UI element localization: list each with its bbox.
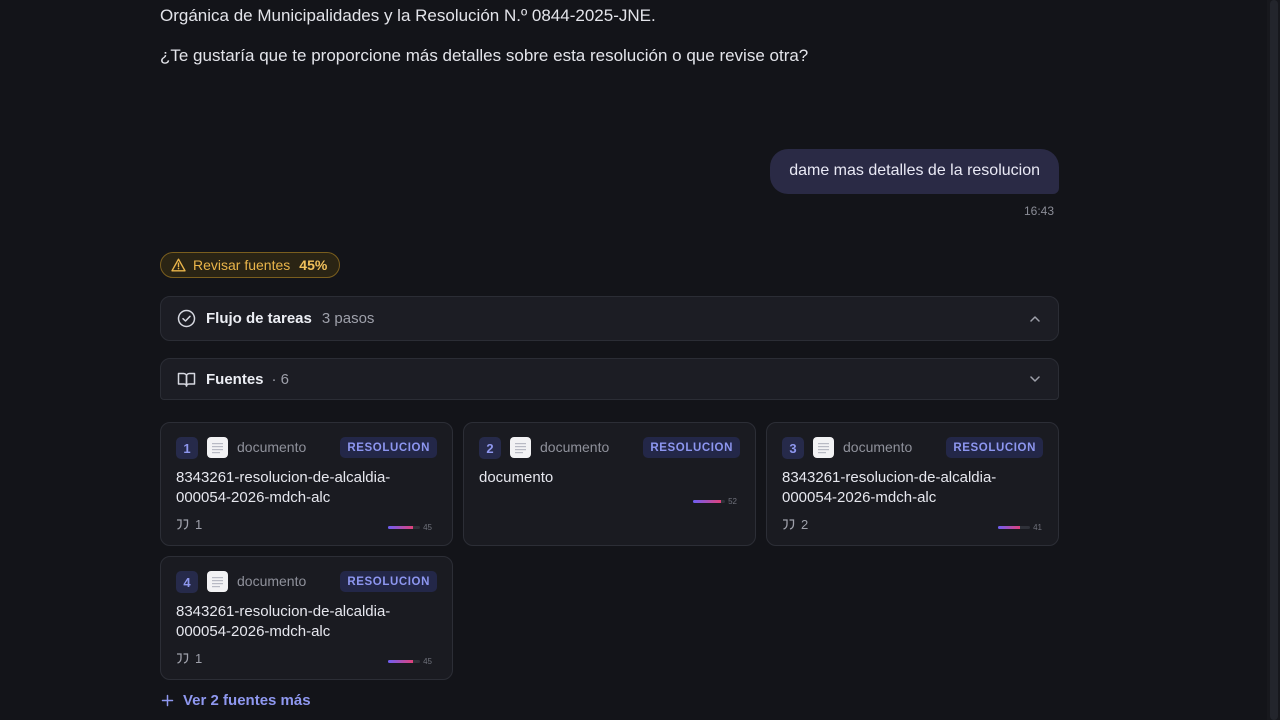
source-citation-count: 1: [195, 651, 203, 666]
relevance-score-bar: [998, 526, 1031, 529]
source-type-label: documento: [540, 439, 610, 455]
check-circle-icon: [177, 309, 196, 328]
scrollbar-thumb[interactable]: [1270, 0, 1278, 720]
sources-count: · 6: [271, 370, 290, 388]
chat-page: Orgánica de Municipalidades y la Resoluc…: [0, 0, 1280, 720]
source-citations: 1: [176, 517, 202, 532]
chevron-down-icon[interactable]: [1028, 372, 1042, 386]
relevance-score: 52: [693, 497, 737, 506]
show-more-sources-label: Ver 2 fuentes más: [183, 692, 311, 709]
relevance-score-value: 52: [728, 497, 737, 506]
relevance-score: 45: [388, 657, 432, 666]
relevance-score-fill: [388, 660, 413, 663]
quote-icon: [176, 519, 189, 530]
relevance-score-value: 41: [1033, 523, 1042, 532]
quote-icon: [782, 519, 795, 530]
task-flow-panel-header[interactable]: Flujo de tareas 3 pasos: [160, 296, 1059, 341]
relevance-score: 45: [388, 523, 432, 532]
source-type-label: documento: [237, 439, 307, 455]
review-sources-percent: 45%: [299, 257, 328, 273]
source-card[interactable]: 1 documento RESOLUCION 8343261-resolucion-d…: [160, 422, 453, 546]
source-card[interactable]: 3 documento RESOLUCION 8343261-resolucion-d…: [766, 422, 1059, 546]
source-card[interactable]: 4 documento RESOLUCION 8343261-resolucion-d…: [160, 556, 453, 680]
assistant-paragraph: ¿Te gustaría que te proporcione más deta…: [160, 46, 809, 65]
source-tag: RESOLUCION: [643, 437, 740, 458]
relevance-score-fill: [388, 526, 413, 529]
source-citations: 1: [176, 651, 202, 666]
book-open-icon: [177, 371, 196, 388]
sources-panel-header[interactable]: Fuentes · 6: [160, 358, 1059, 400]
plus-icon: [161, 694, 174, 707]
source-title: 8343261-resolucion-de-alcaldia-000054-20…: [176, 469, 391, 506]
relevance-score-value: 45: [423, 523, 432, 532]
show-more-sources-link[interactable]: Ver 2 fuentes más: [161, 692, 311, 709]
review-sources-badge[interactable]: Revisar fuentes 45%: [160, 252, 341, 278]
chevron-up-icon[interactable]: [1028, 312, 1042, 326]
source-index: 3: [782, 437, 804, 459]
source-tag: RESOLUCION: [340, 571, 437, 592]
warning-triangle-icon: [171, 258, 186, 272]
source-title: documento: [479, 469, 554, 486]
source-tag: RESOLUCION: [340, 437, 437, 458]
message-timestamp: 16:43: [1023, 204, 1054, 218]
relevance-score-fill: [693, 500, 722, 503]
source-index: 1: [176, 437, 198, 459]
source-index: 4: [176, 571, 198, 593]
document-thumbnail-icon: [510, 437, 531, 458]
source-title: 8343261-resolucion-de-alcaldia-000054-20…: [782, 469, 997, 506]
relevance-score: 41: [998, 523, 1042, 532]
relevance-score-bar: [388, 526, 421, 529]
document-thumbnail-icon: [813, 437, 834, 458]
quote-icon: [176, 653, 189, 664]
document-thumbnail-icon: [207, 571, 228, 592]
task-flow-title: Flujo de tareas: [206, 310, 312, 327]
relevance-score-bar: [388, 660, 421, 663]
relevance-score-bar: [693, 500, 726, 503]
source-citations: 2: [782, 517, 808, 532]
source-card[interactable]: 2 documento RESOLUCION documento 52: [463, 422, 756, 546]
sources-title: Fuentes: [206, 370, 264, 388]
assistant-paragraph: Orgánica de Municipalidades y la Resoluc…: [160, 6, 656, 25]
scrollbar[interactable]: [1267, 0, 1280, 720]
assistant-message: Orgánica de Municipalidades y la Resoluc…: [160, 4, 1060, 84]
source-tag: RESOLUCION: [946, 437, 1043, 458]
source-title: 8343261-resolucion-de-alcaldia-000054-20…: [176, 603, 391, 640]
source-type-label: documento: [843, 439, 913, 455]
relevance-score-fill: [998, 526, 1021, 529]
source-index: 2: [479, 437, 501, 459]
user-message-bubble: dame mas detalles de la resolucion: [770, 149, 1059, 194]
source-citation-count: 2: [801, 517, 809, 532]
document-thumbnail-icon: [207, 437, 228, 458]
relevance-score-value: 45: [423, 657, 432, 666]
task-flow-steps: 3 pasos: [321, 310, 375, 327]
source-type-label: documento: [237, 573, 307, 589]
source-citation-count: 1: [195, 517, 203, 532]
review-sources-label: Revisar fuentes: [193, 257, 291, 273]
